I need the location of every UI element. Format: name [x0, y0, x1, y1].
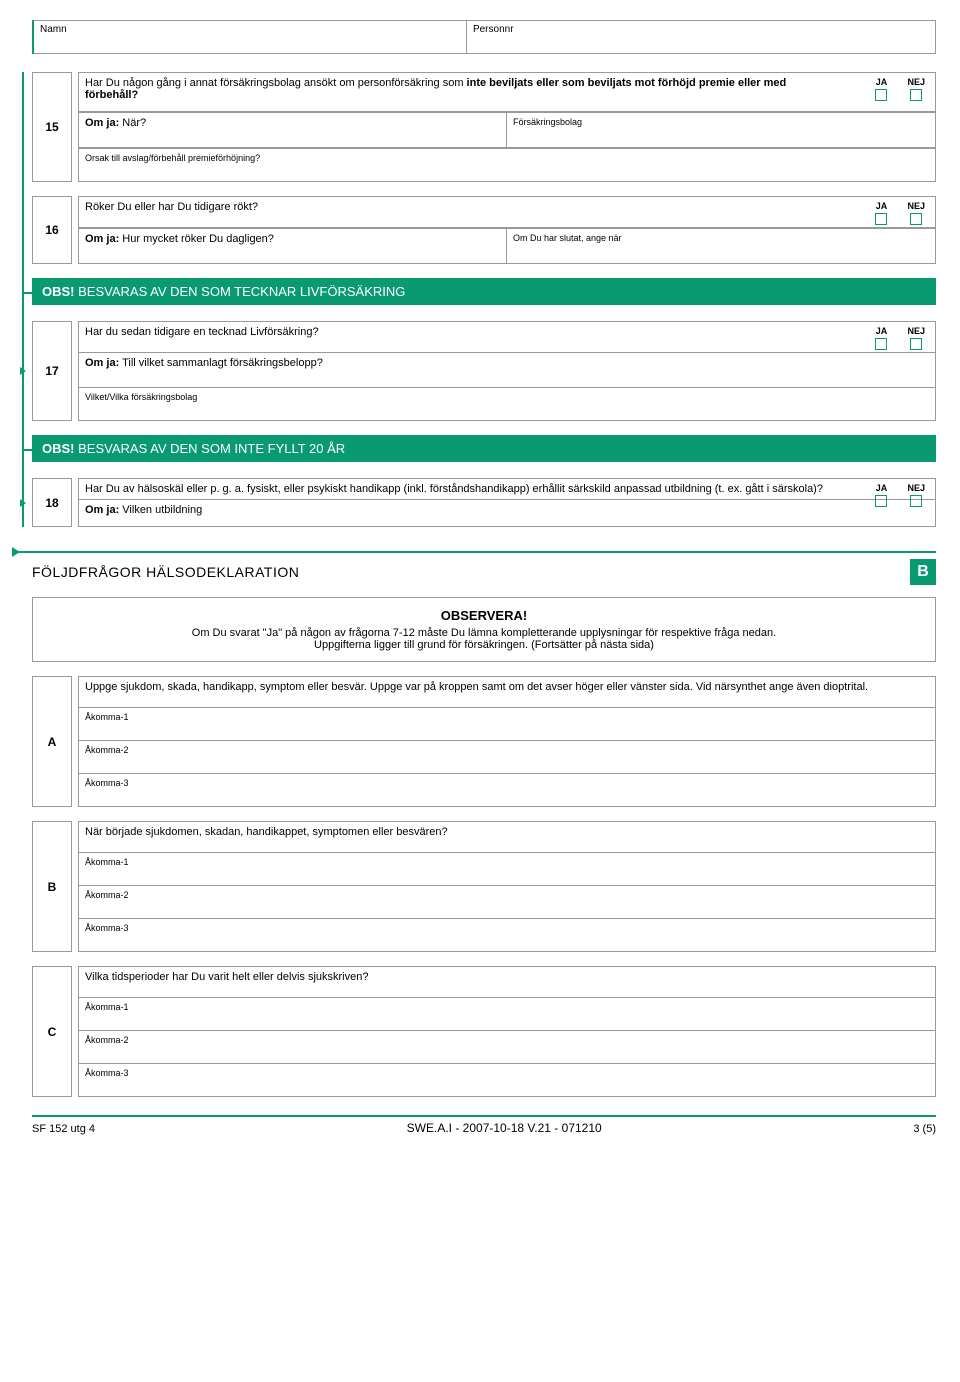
- q16-yn: JA NEJ: [875, 201, 925, 225]
- band2-prefix: OBS!: [42, 441, 78, 456]
- q17-belopp: Till vilket sammanlagt försäkringsbelopp…: [119, 357, 323, 369]
- q16-number: 16: [32, 196, 72, 264]
- q16-ja-checkbox[interactable]: [875, 213, 887, 225]
- observera-line2: Uppgifterna ligger till grund för försäk…: [53, 639, 915, 651]
- question-15: 15 Har Du någon gång i annat försäkrings…: [32, 72, 936, 182]
- namn-field[interactable]: Namn: [34, 20, 467, 54]
- arrow-right-icon: [12, 547, 20, 557]
- sub-c-ak1[interactable]: Åkomma-1: [78, 998, 936, 1031]
- q15-omja: Om ja:: [85, 117, 119, 129]
- q15-yn: JA NEJ: [875, 77, 925, 101]
- q16-text: Röker Du eller har Du tidigare rökt?: [85, 201, 258, 213]
- sub-b-prompt: När började sjukdomen, skadan, handikapp…: [78, 821, 936, 853]
- sub-c: C Vilka tidsperioder har Du varit helt e…: [32, 966, 936, 1097]
- question-18: 18 Har Du av hälsoskäl eller p. g. a. fy…: [32, 478, 936, 527]
- q17-ja-label: JA: [876, 326, 888, 336]
- q18-yn: JA NEJ: [875, 483, 925, 507]
- q16-daily-field[interactable]: Om ja: Hur mycket röker Du dagligen?: [78, 228, 507, 264]
- q17-text: Har du sedan tidigare en tecknad Livförs…: [85, 326, 319, 338]
- q17-ja-checkbox[interactable]: [875, 338, 887, 350]
- q15-question-cell: Har Du någon gång i annat försäkringsbol…: [78, 72, 936, 112]
- q16-slutat-field[interactable]: Om Du har slutat, ange när: [507, 228, 936, 264]
- q18-ja-label: JA: [876, 483, 888, 493]
- q15-nar: När?: [119, 117, 146, 129]
- q17-belopp-field[interactable]: Om ja: Till vilket sammanlagt försäkring…: [78, 353, 936, 388]
- q15-nej-checkbox[interactable]: [910, 89, 922, 101]
- q15-number: 15: [32, 72, 72, 182]
- sub-a: A Uppge sjukdom, skada, handikapp, sympt…: [32, 676, 936, 807]
- q15-nej-label: NEJ: [907, 77, 925, 87]
- q16-question-cell: Röker Du eller har Du tidigare rökt? JA …: [78, 196, 936, 228]
- sub-a-ak1[interactable]: Åkomma-1: [78, 708, 936, 741]
- band1-prefix: OBS!: [42, 284, 78, 299]
- q18-nej-label: NEJ: [907, 483, 925, 493]
- sub-a-ak3[interactable]: Åkomma-3: [78, 774, 936, 807]
- observera-title: OBSERVERA!: [53, 608, 915, 623]
- q18-utb: Vilken utbildning: [119, 504, 202, 516]
- band1-text: BESVARAS AV DEN SOM TECKNAR LIVFÖRSÄKRIN…: [78, 284, 405, 299]
- q18-omja: Om ja:: [85, 504, 119, 516]
- q18-text: Har Du av hälsoskäl eller p. g. a. fysis…: [85, 483, 823, 495]
- q18-question-cell: Har Du av hälsoskäl eller p. g. a. fysis…: [78, 478, 936, 500]
- sub-b-ak1[interactable]: Åkomma-1: [78, 853, 936, 886]
- q17-yn: JA NEJ: [875, 326, 925, 350]
- q15-orsak-field[interactable]: Orsak till avslag/förbehåll premieförhöj…: [78, 148, 936, 182]
- question-17: 17 Har du sedan tidigare en tecknad Livf…: [32, 321, 936, 421]
- observera-box: OBSERVERA! Om Du svarat "Ja" på någon av…: [32, 597, 936, 662]
- q17-nej-label: NEJ: [907, 326, 925, 336]
- band-livforsakring: OBS! BESVARAS AV DEN SOM TECKNAR LIVFÖRS…: [32, 278, 936, 305]
- q15-when-field[interactable]: Om ja: När?: [78, 112, 507, 148]
- observera-line1: Om Du svarat "Ja" på någon av frågorna 7…: [53, 627, 915, 639]
- sub-c-ak2[interactable]: Åkomma-2: [78, 1031, 936, 1064]
- sub-c-ak3[interactable]: Åkomma-3: [78, 1064, 936, 1097]
- footer-mid: SWE.A.I - 2007-10-18 V.21 - 071210: [407, 1121, 602, 1135]
- section-b-header: FÖLJDFRÅGOR HÄLSODEKLARATION B: [32, 551, 936, 585]
- header-fields: Namn Personnr: [32, 20, 936, 54]
- sub-b-ak3[interactable]: Åkomma-3: [78, 919, 936, 952]
- section-b-badge: B: [910, 559, 936, 585]
- sub-b: B När började sjukdomen, skadan, handika…: [32, 821, 936, 952]
- band-under20: OBS! BESVARAS AV DEN SOM INTE FYLLT 20 Å…: [32, 435, 936, 462]
- q16-nej-checkbox[interactable]: [910, 213, 922, 225]
- sub-c-prompt: Vilka tidsperioder har Du varit helt ell…: [78, 966, 936, 998]
- band2-text: BESVARAS AV DEN SOM INTE FYLLT 20 ÅR: [78, 441, 345, 456]
- sub-c-letter: C: [32, 966, 72, 1097]
- q17-vilket-field[interactable]: Vilket/Vilka försäkringsbolag: [78, 388, 936, 421]
- q17-nej-checkbox[interactable]: [910, 338, 922, 350]
- q16-omja: Om ja:: [85, 233, 119, 245]
- q16-nej-label: NEJ: [907, 201, 925, 211]
- footer-left: SF 152 utg 4: [32, 1123, 95, 1135]
- footer-right: 3 (5): [913, 1123, 936, 1135]
- personnr-field[interactable]: Personnr: [467, 20, 936, 54]
- q15-text-a: Har Du någon gång i annat försäkringsbol…: [85, 77, 467, 89]
- page-footer: SF 152 utg 4 SWE.A.I - 2007-10-18 V.21 -…: [32, 1115, 936, 1135]
- q18-utb-field[interactable]: Om ja: Vilken utbildning: [78, 500, 936, 527]
- q16-daily: Hur mycket röker Du dagligen?: [119, 233, 274, 245]
- q18-ja-checkbox[interactable]: [875, 495, 887, 507]
- q17-question-cell: Har du sedan tidigare en tecknad Livförs…: [78, 321, 936, 353]
- section-b-title: FÖLJDFRÅGOR HÄLSODEKLARATION: [32, 564, 299, 580]
- sub-a-ak2[interactable]: Åkomma-2: [78, 741, 936, 774]
- q17-omja: Om ja:: [85, 357, 119, 369]
- q15-bolag-field[interactable]: Försäkringsbolag: [507, 112, 936, 148]
- q18-nej-checkbox[interactable]: [910, 495, 922, 507]
- q15-ja-checkbox[interactable]: [875, 89, 887, 101]
- sub-b-letter: B: [32, 821, 72, 952]
- question-16: 16 Röker Du eller har Du tidigare rökt? …: [32, 196, 936, 264]
- q18-number: 18: [32, 478, 72, 527]
- sub-a-prompt: Uppge sjukdom, skada, handikapp, symptom…: [78, 676, 936, 708]
- q15-ja-label: JA: [876, 77, 888, 87]
- q17-number: 17: [32, 321, 72, 421]
- q16-ja-label: JA: [876, 201, 888, 211]
- sub-a-letter: A: [32, 676, 72, 807]
- sub-b-ak2[interactable]: Åkomma-2: [78, 886, 936, 919]
